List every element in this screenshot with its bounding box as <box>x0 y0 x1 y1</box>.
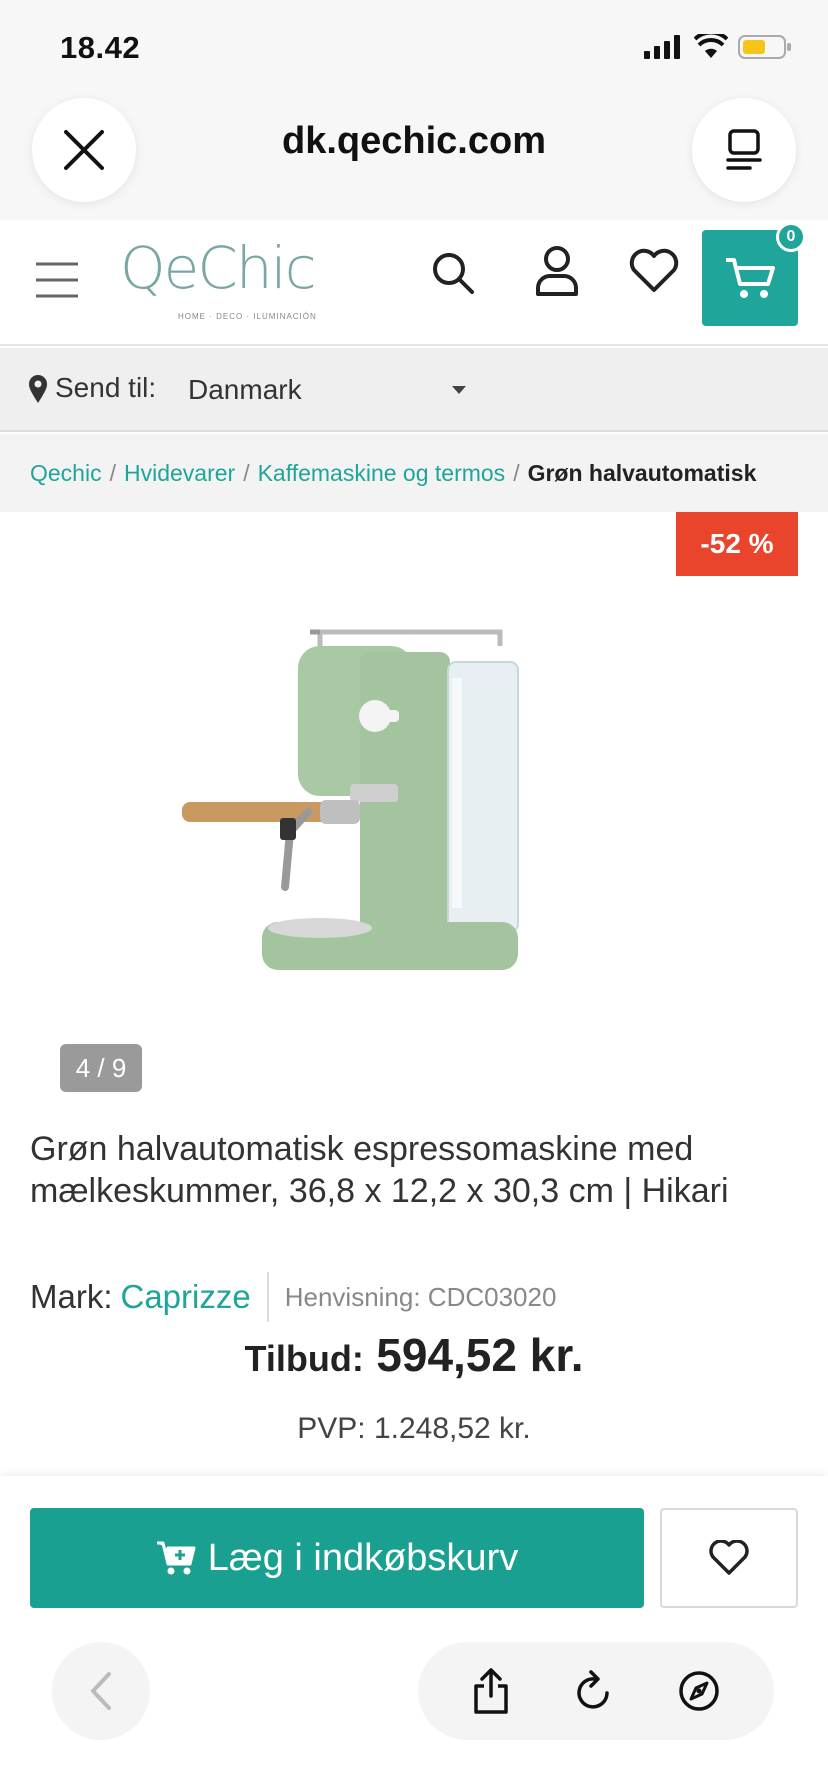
brand-label: Mark: <box>30 1278 113 1315</box>
heart-icon <box>709 1540 749 1575</box>
product-meta: Mark: Caprizze Henvisning: CDC03020 <box>30 1272 556 1322</box>
offer-label: Tilbud: <box>244 1338 364 1379</box>
compass-icon[interactable] <box>677 1669 721 1713</box>
close-icon <box>64 130 104 170</box>
wishlist-heart-icon[interactable] <box>628 248 680 294</box>
breadcrumb: Qechic / Hvidevarer / Kaffemaskine og termos… <box>0 434 828 512</box>
cart-icon <box>726 258 775 298</box>
location-pin-icon <box>29 375 47 403</box>
add-to-cart-button[interactable]: Læg i indkøbskurv <box>30 1508 644 1608</box>
divider <box>266 1272 269 1322</box>
reader-button[interactable] <box>692 98 796 202</box>
status-time: 18.42 <box>60 30 141 65</box>
discount-badge: -52 % <box>676 512 798 576</box>
image-counter: 4 / 9 <box>60 1044 142 1092</box>
brand-link[interactable]: Caprizze <box>121 1278 251 1316</box>
battery-icon <box>738 35 791 59</box>
search-icon[interactable] <box>430 250 476 296</box>
country-select[interactable]: Danmark <box>188 374 478 406</box>
product-image[interactable] <box>170 622 600 1002</box>
ship-to-label: Send til: <box>55 372 157 403</box>
toolbar-actions <box>418 1642 774 1740</box>
breadcrumb-current: Grøn halvautomatisk <box>527 460 757 486</box>
breadcrumb-link-home[interactable]: Qechic <box>30 460 102 486</box>
back-button[interactable] <box>52 1642 150 1740</box>
product-reference: Henvisning: CDC03020 <box>284 1281 557 1312</box>
logo-tagline: HOME · DECO · ILUMINACIÓN <box>178 312 317 321</box>
wifi-icon <box>694 34 728 58</box>
site-logo[interactable]: QeChic HOME · DECO · ILUMINACIÓN <box>120 234 340 324</box>
add-to-wishlist-button[interactable] <box>660 1508 798 1608</box>
site-header: QeChic HOME · DECO · ILUMINACIÓN 0 <box>0 220 828 346</box>
browser-toolbar <box>0 1630 828 1792</box>
product-title: Grøn halvautomatisk espressomaskine med … <box>30 1130 729 1210</box>
cellular-signal-icon <box>644 35 680 59</box>
breadcrumb-link-kaffemaskine[interactable]: Kaffemaskine og termos <box>258 460 506 486</box>
browser-url-bar: dk.qechic.com <box>0 90 828 220</box>
add-to-cart-icon <box>156 1541 196 1575</box>
retail-price: PVP: 1.248,52 kr. <box>297 1412 531 1445</box>
hamburger-menu-icon[interactable] <box>34 260 80 300</box>
url-text[interactable]: dk.qechic.com <box>180 120 648 163</box>
add-to-cart-label: Læg i indkøbskurv <box>207 1536 519 1579</box>
share-icon[interactable] <box>471 1668 511 1714</box>
chevron-down-icon <box>452 386 466 394</box>
sticky-purchase-bar: Læg i indkøbskurv <box>0 1476 828 1630</box>
cart-count-badge: 0 <box>776 222 806 252</box>
breadcrumb-link-hvidevarer[interactable]: Hvidevarer <box>124 460 235 486</box>
reader-icon <box>726 129 762 170</box>
cart-button[interactable]: 0 <box>702 222 806 326</box>
product-gallery[interactable]: -52 % 4 / 9 <box>0 512 828 1092</box>
status-icons <box>644 34 792 60</box>
reload-icon[interactable] <box>573 1669 615 1713</box>
user-account-icon[interactable] <box>534 244 580 296</box>
status-bar: 18.42 <box>0 0 828 90</box>
price-block: Tilbud: 594,52 kr. <box>0 1328 828 1382</box>
close-tab-button[interactable] <box>32 98 136 202</box>
ship-to-bar: Send til: Danmark <box>0 348 828 432</box>
chevron-left-icon <box>91 1672 111 1710</box>
offer-price: 594,52 kr. <box>376 1329 584 1381</box>
logo-text: QeChic <box>120 234 317 302</box>
